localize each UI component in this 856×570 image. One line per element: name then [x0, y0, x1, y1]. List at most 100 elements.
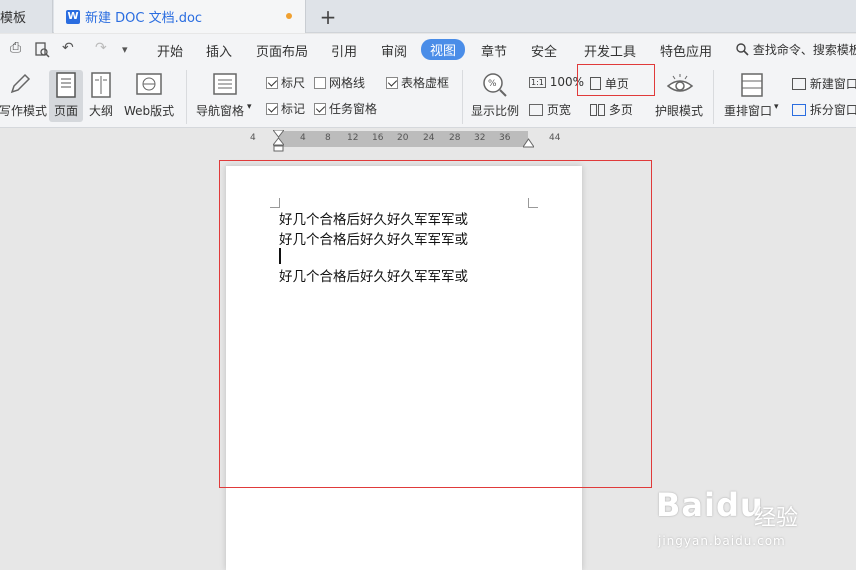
- multi-page-label: 多页: [608, 103, 633, 117]
- menu-page-layout[interactable]: 页面布局: [256, 41, 308, 60]
- ruler-tick: 24: [423, 133, 435, 143]
- print-preview-icon[interactable]: [34, 42, 50, 61]
- indent-marker-icon[interactable]: [273, 130, 284, 152]
- nav-pane-label: 导航窗格: [196, 104, 245, 118]
- menu-special-apps[interactable]: 特色应用: [660, 41, 712, 60]
- rearrange-windows-icon: [741, 73, 763, 97]
- separator: [186, 70, 187, 124]
- annotation-highlight-box: [219, 160, 652, 488]
- watermark-logo: Baidu: [656, 486, 764, 524]
- page-width-label: 页宽: [546, 103, 571, 117]
- unsaved-dot-icon: [286, 13, 292, 19]
- horizontal-ruler[interactable]: 4 4 8 12 16 20 24 28 32 36 44: [0, 128, 856, 152]
- dropdown-arrow-icon: ▾: [247, 102, 252, 112]
- watermark-text: 经验: [754, 506, 799, 531]
- ruler-checkbox-label: 标尺: [281, 76, 306, 90]
- write-mode-label: 写作模式: [0, 104, 48, 118]
- ruler-tick: 32: [474, 133, 486, 143]
- baidu-jingyan-watermark: Baidu 经验 jingyan.baidu.com: [656, 478, 856, 558]
- search-command-box[interactable]: 查找命令、搜索模板: [736, 41, 856, 58]
- page-width-icon: [529, 104, 543, 116]
- tab-document-title: 新建 DOC 文档.doc: [85, 11, 203, 26]
- checkbox-unchecked-icon: [314, 77, 326, 89]
- search-icon: [736, 43, 749, 56]
- checkbox-checked-icon: [314, 103, 326, 115]
- search-label: 查找命令、搜索模板: [752, 43, 856, 57]
- page-view-icon: [56, 72, 76, 98]
- multi-page-icon: [598, 104, 605, 116]
- zoom-100-button[interactable]: 1:1 100%: [529, 75, 584, 89]
- menu-developer-tools[interactable]: 开发工具: [584, 41, 636, 60]
- task-pane-checkbox[interactable]: 任务窗格: [314, 100, 377, 117]
- dropdown-arrow-icon: ▾: [774, 102, 779, 112]
- table-dashed-checkbox-label: 表格虚框: [401, 76, 450, 90]
- single-page-highlight-box: [577, 64, 655, 96]
- checkbox-checked-icon: [266, 77, 278, 89]
- task-pane-checkbox-label: 任务窗格: [329, 102, 378, 116]
- menu-review[interactable]: 审阅: [381, 41, 407, 60]
- checkbox-checked-icon: [266, 103, 278, 115]
- split-window-icon: [792, 104, 806, 116]
- ruler-tick: 44: [549, 133, 561, 143]
- new-window-icon: [792, 78, 806, 90]
- quick-access-more-icon[interactable]: ▾: [122, 43, 128, 56]
- eye-icon: [666, 74, 694, 92]
- right-indent-marker-icon[interactable]: [523, 138, 534, 148]
- menu-chapter[interactable]: 章节: [481, 41, 507, 60]
- zoom-100-icon: 1:1: [529, 77, 546, 88]
- tab-template[interactable]: 模板: [0, 0, 53, 33]
- new-tab-button[interactable]: +: [318, 0, 338, 33]
- tab-document[interactable]: W 新建 DOC 文档.doc: [54, 0, 306, 33]
- marks-checkbox[interactable]: 标记: [266, 100, 305, 117]
- wps-writer-icon: W: [66, 9, 80, 24]
- menu-references[interactable]: 引用: [331, 41, 357, 60]
- nav-pane-icon: [213, 73, 237, 95]
- menu-start[interactable]: 开始: [157, 41, 183, 60]
- menu-view[interactable]: 视图: [421, 39, 466, 60]
- new-window-button[interactable]: 新建窗口: [792, 75, 856, 92]
- ruler-tick: 8: [325, 133, 331, 143]
- outline-label: 大纲: [89, 104, 114, 118]
- outline-icon: [91, 72, 111, 98]
- gridlines-checkbox[interactable]: 网格线: [314, 74, 365, 91]
- multi-page-icon: [590, 104, 597, 116]
- page-view-label: 页面: [54, 104, 79, 118]
- ruler-tick: 12: [347, 133, 359, 143]
- menu-insert[interactable]: 插入: [206, 41, 232, 60]
- web-layout-icon: [136, 73, 162, 95]
- split-window-label: 拆分窗口: [809, 103, 856, 117]
- zoom-label: 显示比例: [471, 104, 520, 118]
- ruler-tick: 28: [449, 133, 461, 143]
- ruler-tick: 20: [397, 133, 409, 143]
- view-toolbar: 写作模式 页面 大纲 Web版式 导航窗格 ▾ 标尺 网格线 表格虚框 标记 任…: [0, 64, 856, 128]
- watermark-url: jingyan.baidu.com: [658, 534, 786, 548]
- web-layout-label: Web版式: [124, 104, 175, 118]
- menu-security[interactable]: 安全: [531, 41, 557, 60]
- separator: [713, 70, 714, 124]
- rearrange-windows-label: 重排窗口: [724, 104, 773, 118]
- multi-page-button[interactable]: 多页: [590, 101, 633, 118]
- pencil-icon: [10, 73, 31, 94]
- print-icon[interactable]: ⎙: [10, 40, 21, 56]
- undo-icon[interactable]: ↶: [62, 40, 74, 56]
- marks-checkbox-label: 标记: [281, 102, 306, 116]
- new-window-label: 新建窗口: [809, 77, 856, 91]
- separator: [462, 70, 463, 124]
- tab-template-label: 模板: [0, 11, 27, 26]
- gridlines-checkbox-label: 网格线: [329, 76, 366, 90]
- tab-bar: 模板 W 新建 DOC 文档.doc +: [0, 0, 856, 33]
- ruler-tick: 4: [300, 133, 306, 143]
- split-window-button[interactable]: 拆分窗口: [792, 101, 856, 118]
- menu-row: ⎙ ↶ ↷ ▾ 开始 插入 页面布局 引用 审阅 视图 章节 安全 开发工具 特…: [0, 34, 856, 64]
- eye-mode-label: 护眼模式: [655, 104, 704, 118]
- page-width-button[interactable]: 页宽: [529, 101, 571, 118]
- ruler-tick: 4: [250, 133, 256, 143]
- checkbox-checked-icon: [386, 77, 398, 89]
- ruler-tick: 16: [372, 133, 384, 143]
- ruler-checkbox[interactable]: 标尺: [266, 74, 305, 91]
- zoom-icon: %: [483, 73, 507, 97]
- svg-text:%: %: [488, 79, 497, 89]
- table-dashed-checkbox[interactable]: 表格虚框: [386, 74, 449, 91]
- ruler-tick: 36: [499, 133, 511, 143]
- redo-icon[interactable]: ↷: [95, 40, 107, 56]
